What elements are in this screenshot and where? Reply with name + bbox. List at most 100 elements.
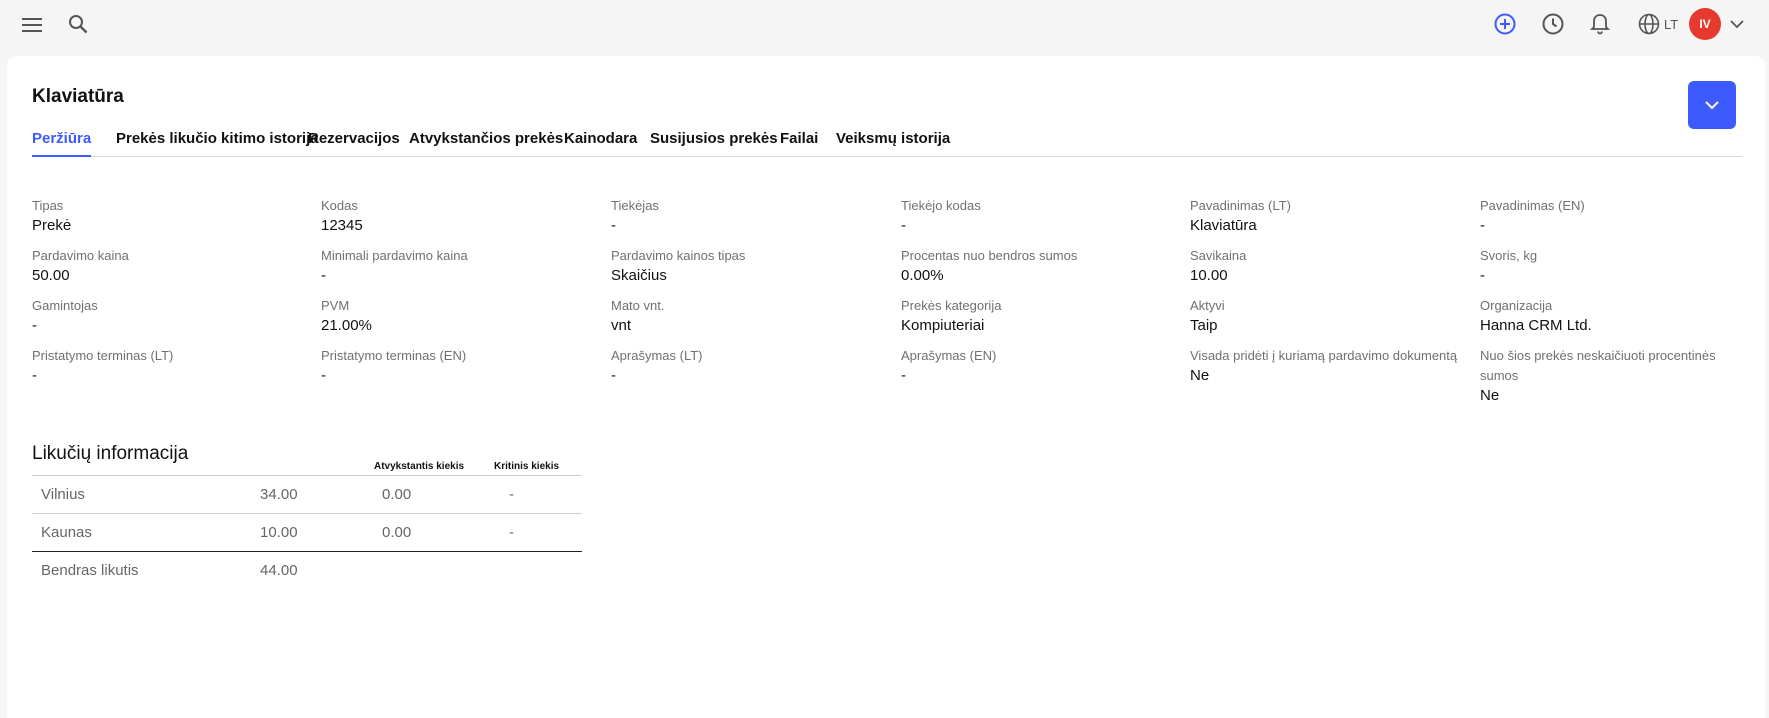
field-value: 0.00% — [901, 267, 944, 284]
column-header-critical: Kritinis kiekis — [494, 461, 560, 472]
table-row: Kaunas 10.00 0.00 - — [32, 513, 582, 551]
stock-quantity: 34.00 — [260, 486, 298, 503]
field-value: 10.00 — [1190, 267, 1228, 284]
field-label: Pardavimo kaina — [32, 248, 129, 263]
stock-quantity: 10.00 — [260, 524, 298, 541]
tab-files[interactable]: Failai — [780, 122, 818, 157]
field-value: Klaviatūra — [1190, 217, 1257, 234]
field-price-type: Pardavimo kainos tipas Skaičius — [611, 246, 881, 286]
total-quantity: 44.00 — [260, 562, 298, 579]
top-bar: LT IV — [0, 0, 1769, 56]
chevron-down-icon[interactable] — [1725, 12, 1749, 36]
plus-circle-icon[interactable] — [1492, 11, 1518, 37]
tab-incoming-goods[interactable]: Atvykstančios prekės — [409, 122, 563, 157]
field-value: Ne — [1190, 367, 1210, 384]
stock-location: Vilnius — [41, 486, 85, 503]
field-supplier: Tiekėjas - — [611, 196, 881, 236]
tab-bar: Peržiūra Prekės likučio kitimo istorija … — [32, 122, 1742, 157]
field-label: Tipas — [32, 198, 64, 213]
field-label: Pavadinimas (LT) — [1190, 198, 1291, 213]
field-cost: Savikaina 10.00 — [1190, 246, 1460, 286]
field-delivery-term-lt: Pristatymo terminas (LT) - — [32, 346, 302, 386]
stock-section-title: Likučių informacija — [32, 443, 189, 464]
column-header-incoming: Atvykstantis kiekis — [374, 461, 465, 472]
bell-icon[interactable] — [1587, 11, 1613, 37]
field-label: Mato vnt. — [611, 298, 665, 313]
field-label: Svoris, kg — [1480, 248, 1538, 263]
field-value: - — [611, 217, 616, 234]
field-label: Aktyvi — [1190, 298, 1225, 313]
stock-table: Vilnius 34.00 0.00 - Kaunas 10.00 0.00 -… — [32, 475, 582, 589]
language-code: LT — [1664, 16, 1679, 32]
table-row-total: Bendras likutis 44.00 — [32, 551, 582, 589]
field-description-lt: Aprašymas (LT) - — [611, 346, 881, 386]
field-vat: PVM 21.00% — [321, 296, 591, 336]
tab-stock-history[interactable]: Prekės likučio kitimo istorija — [116, 122, 319, 157]
field-label: Nuo šios prekės neskaičiuoti procentinės… — [1480, 348, 1716, 383]
tab-perziura[interactable]: Peržiūra — [32, 122, 92, 157]
total-label: Bendras likutis — [41, 562, 139, 579]
field-value: - — [1480, 267, 1485, 284]
stock-incoming: 0.00 — [382, 486, 412, 503]
field-value: - — [611, 367, 616, 384]
stock-critical: - — [509, 524, 514, 541]
tab-pricing[interactable]: Kainodara — [564, 122, 637, 157]
field-label: Pardavimo kainos tipas — [611, 248, 746, 263]
stock-incoming: 0.00 — [382, 524, 412, 541]
field-label: Organizacija — [1480, 298, 1553, 313]
field-label: Prekės kategorija — [901, 298, 1002, 313]
field-value: - — [32, 367, 37, 384]
field-active: Aktyvi Taip — [1190, 296, 1460, 336]
hamburger-icon[interactable] — [20, 13, 44, 37]
field-value: - — [901, 217, 906, 234]
field-description-en: Aprašymas (EN) - — [901, 346, 1171, 386]
field-always-add: Visada pridėti į kuriamą pardavimo dokum… — [1190, 346, 1460, 386]
chevron-down-icon — [1705, 100, 1719, 110]
field-value: Prekė — [32, 217, 72, 234]
field-category: Prekės kategorija Kompiuteriai — [901, 296, 1171, 336]
field-value: - — [32, 317, 37, 334]
field-supplier-code: Tiekėjo kodas - — [901, 196, 1171, 236]
field-value: - — [901, 367, 906, 384]
field-weight: Svoris, kg - — [1480, 246, 1750, 286]
field-value: Skaičius — [611, 267, 667, 284]
field-label: Pristatymo terminas (EN) — [321, 348, 467, 363]
field-label: Procentas nuo bendros sumos — [901, 248, 1078, 263]
globe-icon — [1638, 13, 1660, 35]
page-title: Klaviatūra — [32, 86, 124, 107]
field-label: Pavadinimas (EN) — [1480, 198, 1585, 213]
field-label: Aprašymas (LT) — [611, 348, 703, 363]
field-label: Kodas — [321, 198, 358, 213]
field-manufacturer: Gamintojas - — [32, 296, 302, 336]
avatar-initials: IV — [1699, 17, 1711, 31]
field-sale-price: Pardavimo kaina 50.00 — [32, 246, 302, 286]
field-label: Visada pridėti į kuriamą pardavimo dokum… — [1190, 348, 1458, 363]
field-min-sale-price: Minimali pardavimo kaina - — [321, 246, 591, 286]
field-value: - — [321, 267, 326, 284]
avatar[interactable]: IV — [1689, 8, 1721, 40]
field-value: Ne — [1480, 387, 1500, 404]
field-value: 12345 — [321, 217, 363, 234]
tab-related-products[interactable]: Susijusios prekės — [650, 122, 778, 157]
field-label: Minimali pardavimo kaina — [321, 248, 468, 263]
clock-icon[interactable] — [1540, 11, 1566, 37]
field-type: Tipas Prekė — [32, 196, 302, 236]
tab-action-history[interactable]: Veiksmų istorija — [836, 122, 950, 157]
language-selector[interactable]: LT — [1638, 12, 1678, 36]
field-value: Hanna CRM Ltd. — [1480, 317, 1592, 334]
field-name-en: Pavadinimas (EN) - — [1480, 196, 1750, 236]
stock-critical: - — [509, 486, 514, 503]
field-name-lt: Pavadinimas (LT) Klaviatūra — [1190, 196, 1460, 236]
field-value: - — [321, 367, 326, 384]
field-value: Taip — [1190, 317, 1218, 334]
field-delivery-term-en: Pristatymo terminas (EN) - — [321, 346, 591, 386]
field-value: 50.00 — [32, 267, 70, 284]
search-icon[interactable] — [66, 12, 90, 36]
field-label: Pristatymo terminas (LT) — [32, 348, 174, 363]
field-organization: Organizacija Hanna CRM Ltd. — [1480, 296, 1750, 336]
table-row: Vilnius 34.00 0.00 - — [32, 475, 582, 513]
field-label: Tiekėjo kodas — [901, 198, 981, 213]
field-value: 21.00% — [321, 317, 372, 334]
tab-reservations[interactable]: Rezervacijos — [308, 122, 400, 157]
stock-location: Kaunas — [41, 524, 92, 541]
